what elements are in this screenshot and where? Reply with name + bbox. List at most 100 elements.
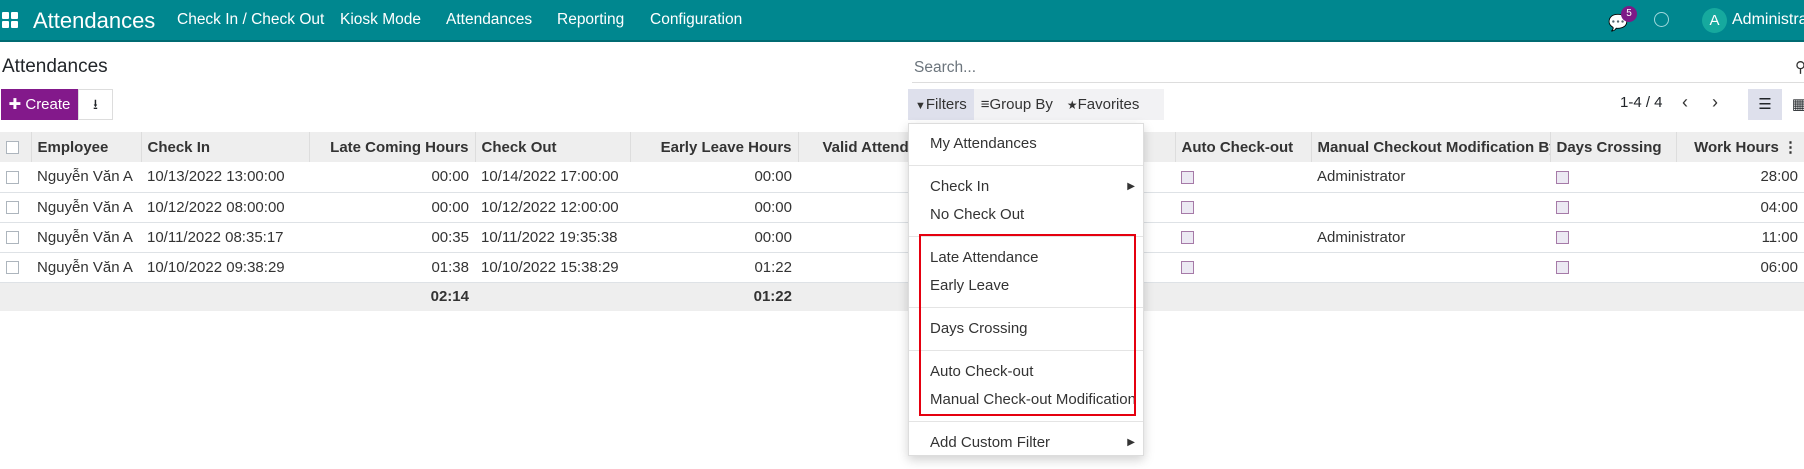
download-button[interactable]: ⭳ xyxy=(78,89,113,120)
pager-value[interactable]: 1-4 / 4 xyxy=(1620,94,1663,111)
add-custom-filter-label: Add Custom Filter xyxy=(930,434,1051,451)
kanban-view-button[interactable]: ▦ xyxy=(1782,89,1804,120)
pager-previous-icon[interactable]: ‹ xyxy=(1682,92,1688,113)
check-in-cell: 10/11/2022 08:35:17 xyxy=(141,222,309,253)
check-in-cell: 10/10/2022 09:38:29 xyxy=(141,252,309,283)
total-early-hours: 01:22 xyxy=(630,282,798,311)
column-manual-checkout-by[interactable]: Manual Checkout Modification By xyxy=(1310,132,1550,162)
work-hours-cell: 06:00 xyxy=(1676,252,1804,283)
table-header: Employee Check In Late Coming Hours Chec… xyxy=(0,132,1804,162)
manual-by-cell xyxy=(1311,252,1550,283)
check-out-cell: 10/11/2022 19:35:38 xyxy=(475,222,630,253)
favorites-label: Favorites xyxy=(1077,96,1140,113)
totals-row: 02:14 01:22 xyxy=(0,282,1804,311)
auto-check-out-checkbox xyxy=(1181,201,1194,215)
search-options-bar: ▼Filters ≡Group By ★Favorites xyxy=(908,89,1164,120)
highlight-box xyxy=(919,234,1136,416)
table-row[interactable]: Nguyễn Văn A 10/11/2022 08:35:17 00:35 10/1… xyxy=(0,222,1804,253)
activity-clock-icon[interactable] xyxy=(1654,12,1669,27)
add-custom-filter[interactable]: Add Custom Filter ▶ xyxy=(909,429,1143,457)
auto-check-out-cell xyxy=(1175,252,1311,283)
user-menu[interactable]: Administrator xyxy=(1732,11,1804,29)
pager-next-icon[interactable]: › xyxy=(1712,92,1718,113)
filter-icon: ▼ xyxy=(915,100,926,112)
row-checkbox[interactable] xyxy=(0,252,31,283)
filters-label: Filters xyxy=(925,96,967,113)
row-checkbox[interactable] xyxy=(0,192,31,223)
column-early-leave-hours[interactable]: Early Leave Hours xyxy=(629,132,798,162)
check-in-cell: 10/12/2022 08:00:00 xyxy=(141,192,309,223)
column-late-coming-hours[interactable]: Late Coming Hours xyxy=(308,132,475,162)
optional-columns-icon[interactable]: ⋮ xyxy=(1783,139,1798,156)
group-by-button[interactable]: ≡Group By xyxy=(974,89,1060,120)
favorites-button[interactable]: ★Favorites xyxy=(1060,89,1146,120)
list-icon: ≡ xyxy=(980,96,990,113)
work-hours-cell: 11:00 xyxy=(1676,222,1804,253)
check-in-cell: 10/13/2022 13:00:00 xyxy=(141,162,309,193)
star-icon: ★ xyxy=(1066,98,1078,112)
days-crossing-checkbox xyxy=(1556,261,1569,275)
work-hours-cell: 04:00 xyxy=(1676,192,1804,223)
row-checkbox[interactable] xyxy=(0,222,31,253)
table-row[interactable]: Nguyễn Văn A 10/13/2022 13:00:00 00:00 10/1… xyxy=(0,162,1804,193)
early-hours-cell: 00:00 xyxy=(630,192,798,223)
table-row[interactable]: Nguyễn Văn A 10/10/2022 09:38:29 01:38 10/1… xyxy=(0,252,1804,283)
check-out-cell: 10/14/2022 17:00:00 xyxy=(475,162,630,193)
menu-reporting[interactable]: Reporting xyxy=(557,11,624,29)
filters-button[interactable]: ▼Filters xyxy=(908,89,974,120)
days-crossing-checkbox xyxy=(1556,201,1569,215)
caret-right-icon: ▶ xyxy=(1127,181,1135,192)
days-crossing-cell xyxy=(1550,192,1676,223)
auto-check-out-checkbox xyxy=(1181,231,1194,245)
menu-configuration[interactable]: Configuration xyxy=(650,11,742,29)
page-title: Attendances xyxy=(2,56,108,77)
message-count-badge: 5 xyxy=(1621,6,1637,22)
days-crossing-cell xyxy=(1550,252,1676,283)
column-check-in[interactable]: Check In xyxy=(140,132,309,162)
plus-icon: ✚ xyxy=(8,96,26,113)
column-check-out[interactable]: Check Out xyxy=(474,132,630,162)
kanban-view-icon: ▦ xyxy=(1791,96,1804,113)
column-employee[interactable]: Employee xyxy=(30,132,141,162)
days-crossing-cell xyxy=(1550,162,1676,193)
group-by-label: Group By xyxy=(989,96,1053,113)
filter-no-check-out[interactable]: No Check Out xyxy=(909,201,1143,229)
create-button[interactable]: ✚ Create xyxy=(1,89,78,120)
days-crossing-checkbox xyxy=(1556,231,1569,245)
download-icon: ⭳ xyxy=(93,96,98,112)
column-work-hours[interactable]: Work Hours ⋮ xyxy=(1675,132,1804,162)
filter-check-in[interactable]: Check In ▶ xyxy=(909,173,1143,201)
search-icon[interactable]: ⚲ xyxy=(1795,58,1804,76)
create-label: Create xyxy=(25,96,71,113)
employee-cell: Nguyễn Văn A xyxy=(31,162,141,193)
filter-my-attendances[interactable]: My Attendances xyxy=(909,130,1143,158)
late-hours-cell: 00:35 xyxy=(309,222,475,253)
table-row[interactable]: Nguyễn Văn A 10/12/2022 08:00:00 00:00 10/1… xyxy=(0,192,1804,223)
auto-check-out-checkbox xyxy=(1181,261,1194,275)
search-input[interactable] xyxy=(912,54,1804,83)
app-brand[interactable]: Attendances xyxy=(33,8,155,34)
filters-dropdown: My Attendances Check In ▶ No Check Out La… xyxy=(908,123,1144,456)
late-hours-cell: 00:00 xyxy=(309,192,475,223)
apps-menu-icon[interactable] xyxy=(2,12,18,28)
check-out-cell: 10/12/2022 12:00:00 xyxy=(475,192,630,223)
menu-kiosk-mode[interactable]: Kiosk Mode xyxy=(340,11,421,29)
early-hours-cell: 01:22 xyxy=(630,252,798,283)
column-days-crossing[interactable]: Days Crossing xyxy=(1549,132,1676,162)
work-hours-cell: 28:00 xyxy=(1676,162,1804,193)
auto-check-out-cell xyxy=(1175,162,1311,193)
days-crossing-cell xyxy=(1550,222,1676,253)
divider xyxy=(909,165,1143,166)
menu-check-in-out[interactable]: Check In / Check Out xyxy=(177,11,324,29)
menu-attendances[interactable]: Attendances xyxy=(446,11,532,29)
column-auto-check-out[interactable]: Auto Check-out xyxy=(1174,132,1311,162)
days-crossing-checkbox xyxy=(1556,170,1569,184)
early-hours-cell: 00:00 xyxy=(630,222,798,253)
avatar[interactable]: A xyxy=(1702,8,1727,33)
late-hours-cell: 00:00 xyxy=(309,162,475,193)
select-all-checkbox[interactable] xyxy=(0,132,31,162)
filter-check-in-label: Check In xyxy=(930,178,990,195)
row-checkbox[interactable] xyxy=(0,162,31,193)
list-view-button[interactable]: ☰ xyxy=(1748,89,1782,120)
auto-check-out-cell xyxy=(1175,222,1311,253)
